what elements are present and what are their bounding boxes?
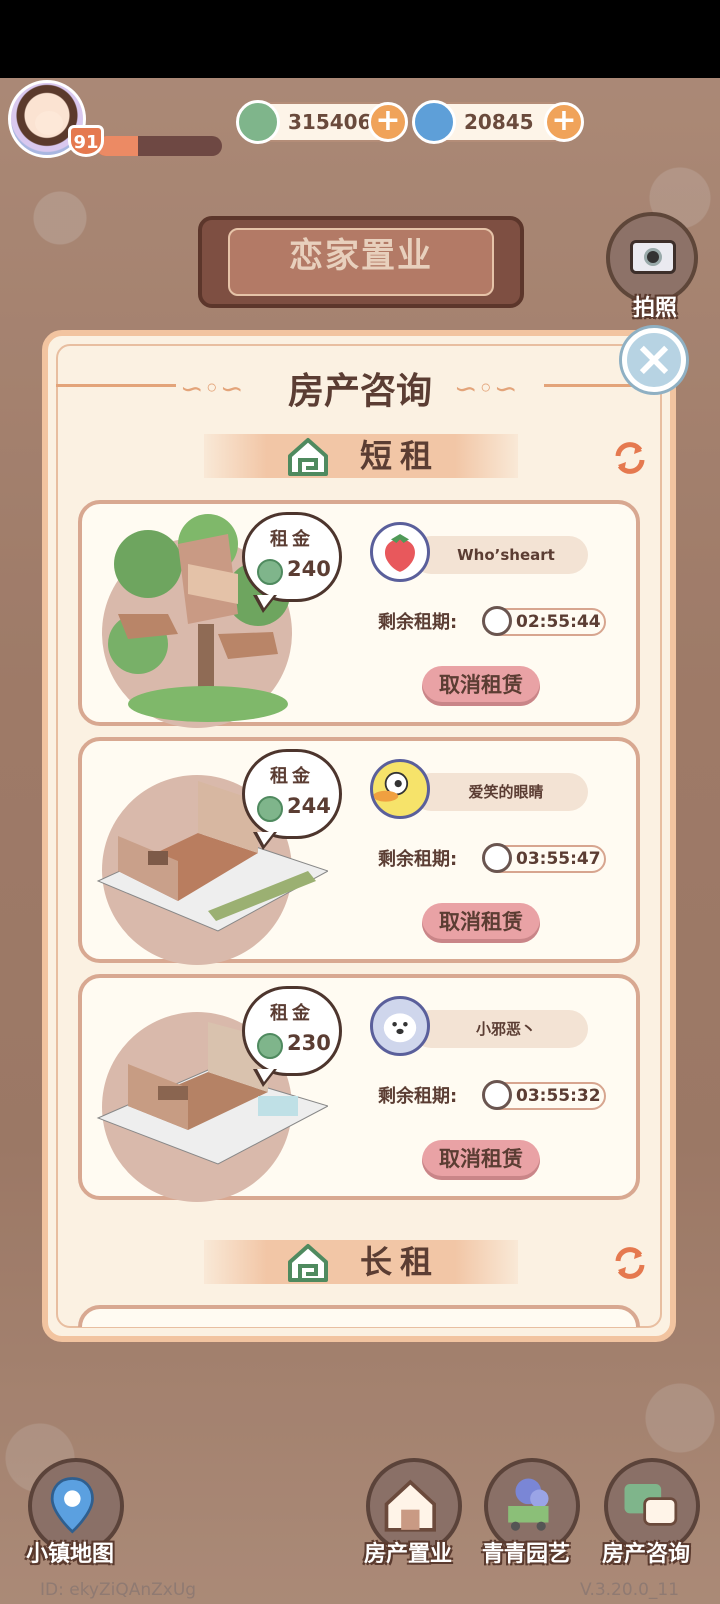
cancel-lease-button[interactable]: 取消租赁: [422, 666, 540, 706]
panel-title: 房产咨询: [287, 371, 432, 412]
duck-icon: [373, 771, 409, 802]
refresh-icon[interactable]: [612, 1245, 648, 1281]
remaining-time: 03:55:47: [516, 849, 601, 869]
cancel-lease-button[interactable]: 取消租赁: [422, 903, 540, 943]
clover-currency-value: 315406: [288, 110, 372, 134]
rent-label: 租金: [270, 766, 314, 787]
property-label: 房产置业: [364, 1542, 453, 1567]
town-map-label: 小镇地图: [26, 1542, 115, 1567]
house-icon: [288, 438, 328, 476]
add-clover-button[interactable]: +: [368, 102, 408, 142]
status-bar: [0, 0, 720, 78]
clover-coin-icon: [257, 796, 283, 822]
rent-bubble: 租金 230: [242, 986, 342, 1087]
tenant-name: 爱笑的眼睛: [468, 783, 544, 801]
banner-title: 恋家置业: [289, 236, 433, 276]
consult-label: 房产咨询: [602, 1542, 691, 1567]
remaining-label: 剩余租期:: [378, 1086, 458, 1107]
rent-bubble: 租金 244: [242, 749, 342, 850]
rent-value: 240: [287, 557, 331, 581]
rental-card: [78, 1305, 640, 1327]
rent-value: 230: [287, 1031, 331, 1055]
clock-icon: [482, 606, 512, 636]
gem-currency: 20845 +: [412, 100, 584, 144]
strawberry-icon: [385, 534, 415, 572]
player-level-badge: 91: [68, 125, 104, 157]
xp-progress-bar: [96, 136, 222, 156]
player-id: ID: ekyZiQAnZxUg: [40, 1580, 197, 1600]
section-short-label: 短租: [360, 437, 441, 475]
rent-value: 244: [287, 794, 331, 818]
remaining-label: 剩余租期:: [378, 612, 458, 633]
close-button[interactable]: ×: [622, 328, 686, 392]
camera-icon: [630, 240, 676, 274]
clover-coin-icon: [257, 559, 283, 585]
remaining-timer: 03:55:32: [482, 1080, 606, 1110]
rent-label: 租金: [270, 1003, 314, 1024]
remaining-time: 02:55:44: [516, 612, 601, 632]
clover-coin-icon: [257, 1033, 283, 1059]
house-icon: [288, 1244, 328, 1282]
clover-coin-icon: [236, 100, 280, 144]
refresh-icon[interactable]: [612, 440, 648, 476]
remaining-time: 03:55:32: [516, 1086, 601, 1106]
section-long-label: 长租: [360, 1243, 441, 1281]
blue-swirl-gem-icon: [412, 100, 456, 144]
realty-banner: 恋家置业: [198, 216, 524, 308]
rental-card: 租金 240 Who’sheart 剩余租期: 02:55:44 取消租赁: [78, 500, 640, 728]
tenant-avatar[interactable]: [370, 996, 430, 1056]
remaining-label: 剩余租期:: [378, 849, 458, 870]
section-long-rent: 长租: [204, 1240, 518, 1284]
section-short-rent: 短租: [204, 434, 518, 478]
garden-label: 青青园艺: [482, 1542, 571, 1567]
gem-currency-value: 20845: [464, 110, 534, 134]
app-version: V.3.20.0_11: [580, 1580, 680, 1600]
rent-label: 租金: [270, 529, 314, 550]
tenant-avatar[interactable]: [370, 759, 430, 819]
rental-card: 租金 230 小邪恶丶 剩余租期: 03:55:32 取消租赁: [78, 974, 640, 1202]
cancel-lease-button[interactable]: 取消租赁: [422, 1140, 540, 1180]
camera-label: 拍照: [632, 296, 677, 321]
rental-card: 租金 244 爱笑的眼睛 剩余租期: 03:55:47 取消租赁: [78, 737, 640, 965]
tenant-name: Who’sheart: [457, 546, 555, 564]
rental-list[interactable]: 租金 240 Who’sheart 剩余租期: 02:55:44 取消租赁 租金…: [70, 485, 650, 1327]
tenant-name: 小邪恶丶: [475, 1020, 536, 1038]
clover-currency: 315406 +: [236, 100, 408, 144]
add-gem-button[interactable]: +: [544, 102, 584, 142]
clock-icon: [482, 843, 512, 873]
rent-bubble: 租金 240: [242, 512, 342, 613]
tenant-avatar[interactable]: [370, 522, 430, 582]
remaining-timer: 03:55:47: [482, 843, 606, 873]
dog-icon: [383, 1013, 417, 1043]
clock-icon: [482, 1080, 512, 1110]
remaining-timer: 02:55:44: [482, 606, 606, 636]
